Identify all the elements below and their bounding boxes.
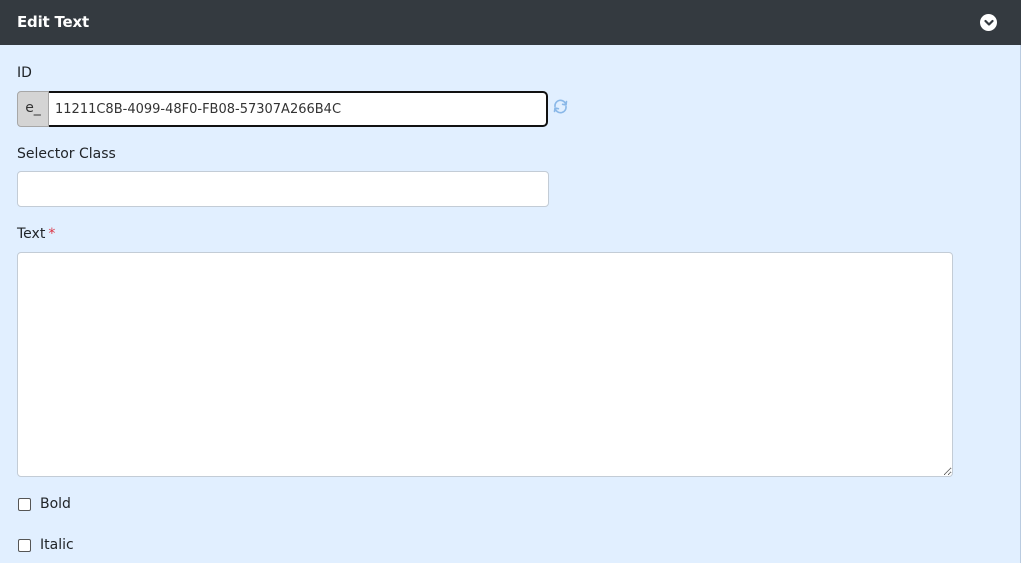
- selector-class-input[interactable]: [17, 171, 549, 207]
- panel-header: Edit Text: [0, 0, 1021, 45]
- required-indicator: *: [48, 226, 56, 242]
- italic-label: Italic: [40, 537, 74, 553]
- italic-option[interactable]: Italic: [17, 537, 74, 553]
- bold-checkbox[interactable]: [18, 497, 31, 511]
- bold-label: Bold: [40, 496, 71, 512]
- id-label: ID: [17, 65, 32, 81]
- text-label-text: Text: [17, 226, 46, 242]
- panel-title: Edit Text: [17, 13, 89, 31]
- selector-class-label: Selector Class: [17, 146, 116, 162]
- italic-checkbox[interactable]: [18, 538, 31, 552]
- id-input-group: e_: [17, 91, 548, 127]
- text-textarea[interactable]: [17, 252, 953, 477]
- id-input[interactable]: [49, 91, 548, 127]
- id-prefix: e_: [17, 91, 49, 127]
- refresh-icon[interactable]: [552, 98, 569, 115]
- text-label: Text *: [17, 226, 55, 242]
- chevron-down-circle-icon[interactable]: [980, 14, 997, 31]
- bold-option[interactable]: Bold: [17, 496, 71, 512]
